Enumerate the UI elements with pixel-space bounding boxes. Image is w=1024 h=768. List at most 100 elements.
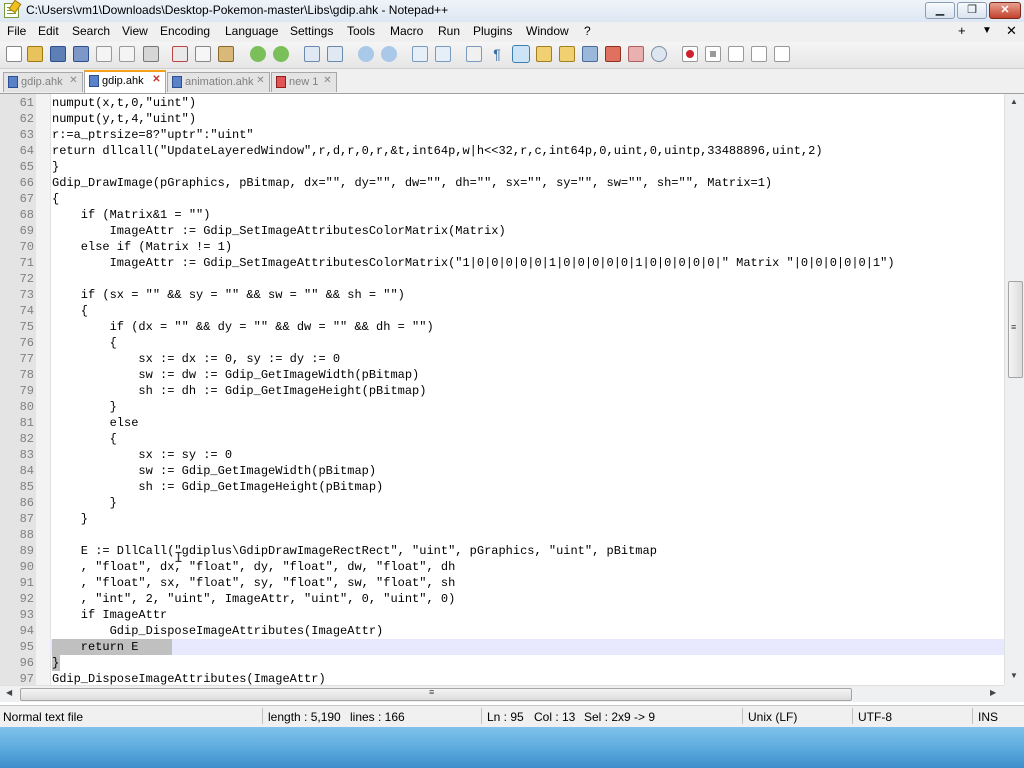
zoom-in-icon[interactable] <box>358 46 374 62</box>
code-text[interactable]: numput(x,t,0,"uint") <box>52 95 196 111</box>
close-window-button[interactable]: ✕ <box>989 2 1021 19</box>
function-list-icon[interactable] <box>559 46 575 62</box>
scroll-left-icon[interactable]: ◀ <box>6 688 12 697</box>
code-line[interactable]: 94 Gdip_DisposeImageAttributes(ImageAttr… <box>0 623 1004 639</box>
save-macro-icon[interactable] <box>774 46 790 62</box>
code-editor[interactable]: 61 numput(x,t,0,"uint") 62 numput(y,t,4,"ui… <box>0 94 1004 685</box>
code-text[interactable]: Gdip_DrawImage(pGraphics, pBitmap, dx=""… <box>52 175 772 191</box>
stop-record-icon[interactable] <box>705 46 721 62</box>
cut-icon[interactable] <box>172 46 188 62</box>
sync-vertical-icon[interactable] <box>412 46 428 62</box>
code-line[interactable]: 72 <box>0 271 1004 287</box>
indent-guide-icon[interactable] <box>512 45 530 63</box>
menu-edit[interactable]: Edit <box>38 24 59 38</box>
code-line[interactable]: 66 Gdip_DrawImage(pGraphics, pBitmap, dx=… <box>0 175 1004 191</box>
code-line[interactable]: 88 <box>0 527 1004 543</box>
code-text[interactable]: } <box>52 495 117 511</box>
tab-close-icon[interactable]: ✕ <box>68 76 79 87</box>
code-line[interactable]: 69 ImageAttr := Gdip_SetImageAttributesC… <box>0 223 1004 239</box>
menu-search[interactable]: Search <box>72 24 110 38</box>
preview-icon[interactable] <box>651 46 667 62</box>
code-text[interactable]: Gdip_DisposeImageAttributes(ImageAttr) <box>52 671 326 685</box>
play-macro-icon[interactable] <box>728 46 744 62</box>
tab-close-icon[interactable]: ✕ <box>151 75 162 86</box>
code-text[interactable]: return E <box>52 639 139 655</box>
tab-close-icon[interactable]: ✕ <box>322 76 333 87</box>
code-line[interactable]: 76 { <box>0 335 1004 351</box>
tab-new-1[interactable]: new 1 ✕ <box>271 72 337 92</box>
show-all-chars-icon[interactable]: ¶ <box>489 46 505 62</box>
replace-icon[interactable] <box>327 46 343 62</box>
code-text[interactable]: , "float", dx, "float", dy, "float", dw,… <box>52 559 455 575</box>
code-text[interactable]: if ImageAttr <box>52 607 167 623</box>
find-icon[interactable] <box>304 46 320 62</box>
code-line[interactable]: 68 if (Matrix&1 = "") <box>0 207 1004 223</box>
tab-close-icon[interactable]: ✕ <box>255 76 266 87</box>
code-text[interactable]: sx := sy := 0 <box>52 447 232 463</box>
vertical-scrollbar[interactable]: ▲ ≡ ▼ <box>1004 94 1024 685</box>
code-text[interactable]: { <box>52 431 117 447</box>
menu-file[interactable]: File <box>7 24 26 38</box>
code-line[interactable]: 87 } <box>0 511 1004 527</box>
code-line[interactable]: 78 sw := dw := Gdip_GetImageWidth(pBitma… <box>0 367 1004 383</box>
close-icon[interactable] <box>96 46 112 62</box>
code-line[interactable]: 95 return E <box>0 639 1004 655</box>
code-line[interactable]: 91 , "float", sx, "float", sy, "float", … <box>0 575 1004 591</box>
tab-gdip-active[interactable]: gdip.ahk ✕ <box>84 70 166 93</box>
code-text[interactable]: , "int", 2, "uint", ImageAttr, "uint", 0… <box>52 591 455 607</box>
code-line[interactable]: 63 r:=a_ptrsize=8?"uptr":"uint" <box>0 127 1004 143</box>
code-line[interactable]: 62 numput(y,t,4,"uint") <box>0 111 1004 127</box>
minimize-button[interactable]: ▁ <box>925 2 955 19</box>
code-text[interactable]: return dllcall("UpdateLayeredWindow",r,d… <box>52 143 823 159</box>
code-text[interactable]: E := DllCall("gdiplus\GdipDrawImageRectR… <box>52 543 657 559</box>
code-text[interactable]: { <box>52 191 59 207</box>
notepad-plus-plus-icon[interactable] <box>4 3 19 18</box>
sync-horizontal-icon[interactable] <box>435 46 451 62</box>
code-line[interactable]: 86 } <box>0 495 1004 511</box>
code-text[interactable]: r:=a_ptrsize=8?"uptr":"uint" <box>52 127 254 143</box>
code-text[interactable]: ImageAttr := Gdip_SetImageAttributesColo… <box>52 223 506 239</box>
doc-map-icon[interactable] <box>536 46 552 62</box>
scroll-up-icon[interactable]: ▲ <box>1010 97 1018 106</box>
code-text[interactable]: if (Matrix&1 = "") <box>52 207 211 223</box>
word-wrap-icon[interactable] <box>466 46 482 62</box>
code-line[interactable]: 71 ImageAttr := Gdip_SetImageAttributesC… <box>0 255 1004 271</box>
open-file-icon[interactable] <box>27 46 43 62</box>
menu-settings[interactable]: Settings <box>290 24 333 38</box>
restore-button[interactable]: ❐ <box>957 2 987 19</box>
code-text[interactable]: } <box>52 511 88 527</box>
status-encoding[interactable]: UTF-8 <box>858 710 892 724</box>
menu-encoding[interactable]: Encoding <box>160 24 210 38</box>
code-line[interactable]: 82 { <box>0 431 1004 447</box>
code-text[interactable]: sx := dx := 0, sy := dy := 0 <box>52 351 340 367</box>
tab-list-dropdown-icon[interactable]: ▼ <box>982 25 992 36</box>
code-text[interactable]: else <box>52 415 139 431</box>
code-text[interactable]: Gdip_DisposeImageAttributes(ImageAttr) <box>52 623 384 639</box>
code-line[interactable]: 61 numput(x,t,0,"uint") <box>0 95 1004 111</box>
code-text[interactable]: sw := dw := Gdip_GetImageWidth(pBitmap) <box>52 367 419 383</box>
code-line[interactable]: 65} <box>0 159 1004 175</box>
menu-tools[interactable]: Tools <box>347 24 375 38</box>
code-line[interactable]: 64 return dllcall("UpdateLayeredWindow",r… <box>0 143 1004 159</box>
run-macro-multiple-icon[interactable] <box>751 46 767 62</box>
menu-run[interactable]: Run <box>438 24 460 38</box>
undo-icon[interactable] <box>250 46 266 62</box>
copy-icon[interactable] <box>195 46 211 62</box>
zoom-out-icon[interactable] <box>381 46 397 62</box>
code-line[interactable]: 80 } <box>0 399 1004 415</box>
menu-view[interactable]: View <box>122 24 148 38</box>
folder-workspace-icon[interactable] <box>582 46 598 62</box>
code-line[interactable]: 77 sx := dx := 0, sy := dy := 0 <box>0 351 1004 367</box>
print-icon[interactable] <box>143 46 159 62</box>
menu-language[interactable]: Language <box>225 24 278 38</box>
code-text[interactable]: if (dx = "" && dy = "" && dw = "" && dh … <box>52 319 434 335</box>
code-text[interactable]: numput(y,t,4,"uint") <box>52 111 196 127</box>
code-line[interactable]: 81 else <box>0 415 1004 431</box>
record-macro-icon[interactable] <box>682 46 698 62</box>
new-file-icon[interactable] <box>6 46 22 62</box>
code-line[interactable]: 93 if ImageAttr <box>0 607 1004 623</box>
code-text[interactable]: } <box>52 655 59 671</box>
close-doc-icon[interactable]: ✕ <box>1006 23 1017 39</box>
code-text[interactable]: } <box>52 159 59 175</box>
tab-animation[interactable]: animation.ahk ✕ <box>167 72 270 92</box>
